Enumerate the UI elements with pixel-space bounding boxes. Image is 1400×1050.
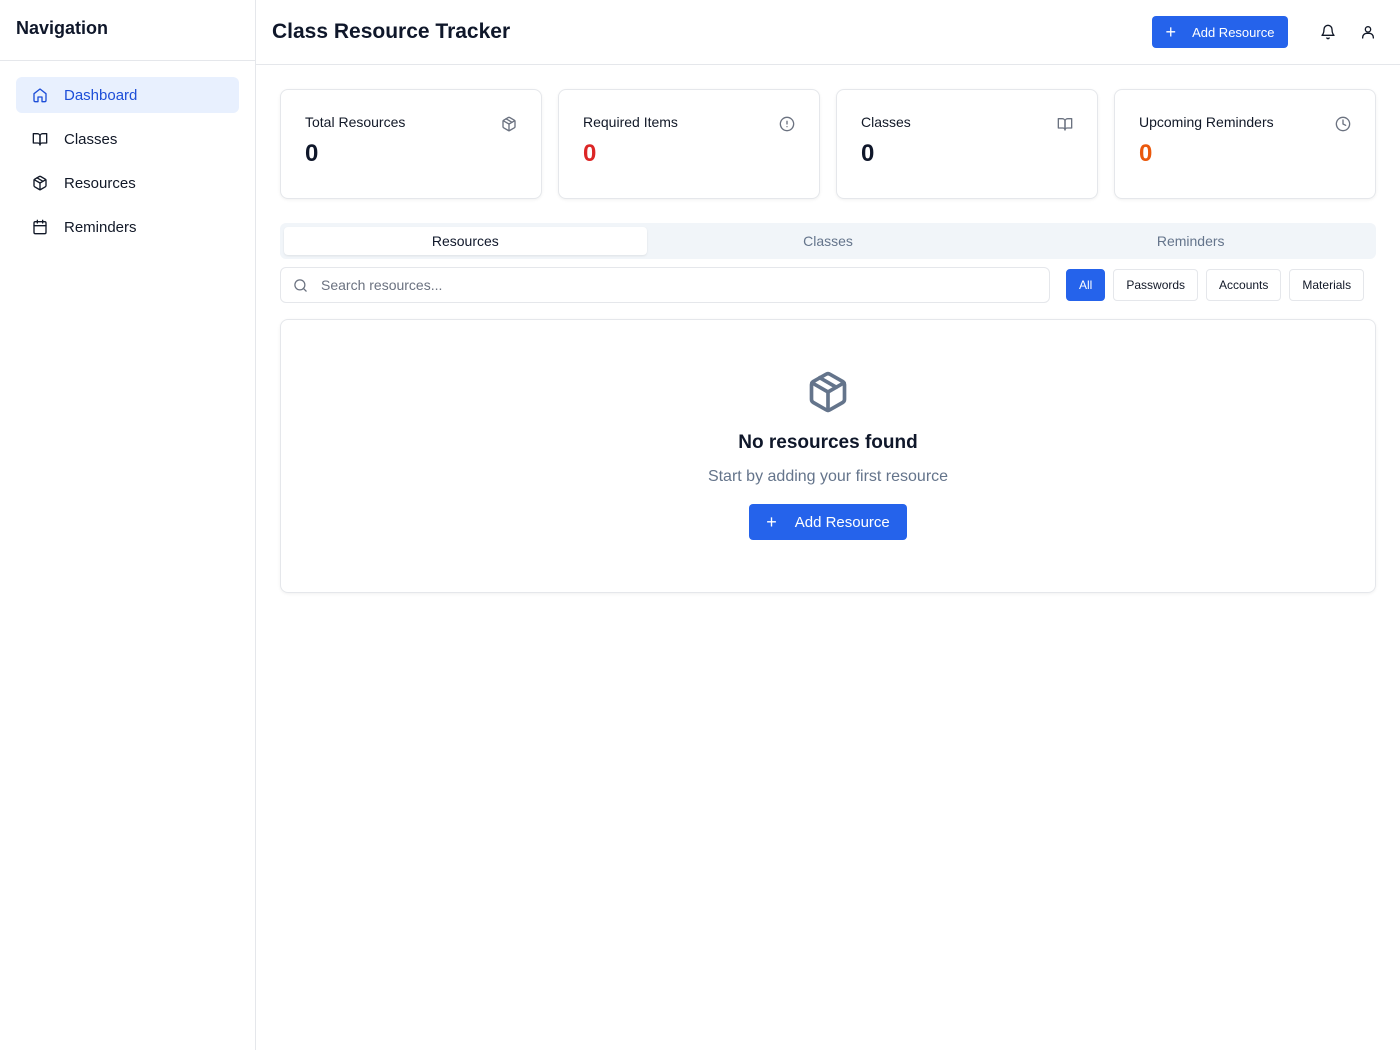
tab-reminders[interactable]: Reminders: [1009, 227, 1372, 255]
search-icon: [294, 278, 307, 292]
stat-value: 0: [583, 140, 597, 167]
empty-add-resource-label: Add Resource: [794, 513, 890, 531]
filter-passwords-button[interactable]: Passwords: [1113, 269, 1199, 301]
stat-value: 0: [861, 140, 875, 167]
empty-add-resource-button[interactable]: + Add Resource: [749, 504, 907, 540]
sidebar-item-label: Resources: [64, 174, 136, 192]
sidebar-title: Navigation: [0, 0, 255, 61]
stat-value: 0: [305, 140, 319, 167]
filter-all-button[interactable]: All: [1066, 269, 1106, 301]
stat-card-classes: Classes 0: [836, 89, 1098, 199]
tab-resources[interactable]: Resources: [284, 227, 647, 255]
calendar-icon: [32, 219, 48, 235]
package-icon: [32, 175, 48, 191]
add-resource-label: Add Resource: [1192, 24, 1275, 40]
stat-card-required-items: Required Items 0: [558, 89, 820, 199]
sidebar-item-label: Dashboard: [64, 86, 138, 104]
package-icon: [806, 370, 850, 414]
plus-icon: +: [1165, 22, 1177, 42]
stat-card-total-resources: Total Resources 0: [280, 89, 542, 199]
sidebar-item-label: Classes: [64, 130, 118, 148]
filter-row: All Passwords Accounts Materials: [280, 267, 1376, 303]
alert-circle-icon: [779, 116, 795, 132]
book-open-icon: [32, 131, 48, 147]
sidebar: Navigation Dashboard Classes Resources R…: [0, 0, 256, 1050]
stat-label: Total Resources: [305, 114, 406, 130]
search-input[interactable]: [321, 277, 1037, 293]
empty-state-subtitle: Start by adding your first resource: [707, 468, 949, 485]
sidebar-item-classes[interactable]: Classes: [16, 121, 239, 157]
top-bar: Class Resource Tracker + Add Resource: [256, 0, 1400, 65]
search-box: [280, 267, 1050, 303]
package-icon: [501, 116, 517, 132]
sidebar-item-label: Reminders: [64, 218, 137, 236]
stat-label: Classes: [861, 114, 911, 130]
stat-label: Upcoming Reminders: [1139, 114, 1274, 130]
sidebar-item-reminders[interactable]: Reminders: [16, 209, 239, 245]
empty-state-title: No resources found: [738, 432, 918, 453]
stat-label: Required Items: [583, 114, 678, 130]
filter-accounts-button[interactable]: Accounts: [1206, 269, 1282, 301]
sidebar-nav: Dashboard Classes Resources Reminders: [0, 61, 255, 269]
user-icon[interactable]: [1352, 16, 1384, 48]
main-content: Total Resources 0 Required Items 0 Class…: [280, 89, 1376, 593]
empty-state: No resources found Start by adding your …: [280, 319, 1376, 593]
page-title: Class Resource Tracker: [272, 20, 511, 43]
tab-classes[interactable]: Classes: [647, 227, 1010, 255]
view-tabs: Resources Classes Reminders: [280, 223, 1376, 259]
sidebar-item-dashboard[interactable]: Dashboard: [16, 77, 239, 113]
filter-chips: All Passwords Accounts Materials: [1066, 269, 1365, 301]
clock-icon: [1335, 116, 1351, 132]
stat-card-upcoming-reminders: Upcoming Reminders 0: [1114, 89, 1376, 199]
home-icon: [32, 87, 48, 103]
stats-cards: Total Resources 0 Required Items 0 Class…: [280, 89, 1376, 199]
stat-value: 0: [1139, 140, 1153, 167]
add-resource-button[interactable]: + Add Resource: [1152, 16, 1288, 48]
filter-materials-button[interactable]: Materials: [1289, 269, 1365, 301]
book-open-icon: [1057, 116, 1073, 132]
bell-icon[interactable]: [1312, 16, 1344, 48]
plus-icon: +: [766, 512, 777, 532]
sidebar-item-resources[interactable]: Resources: [16, 165, 239, 201]
